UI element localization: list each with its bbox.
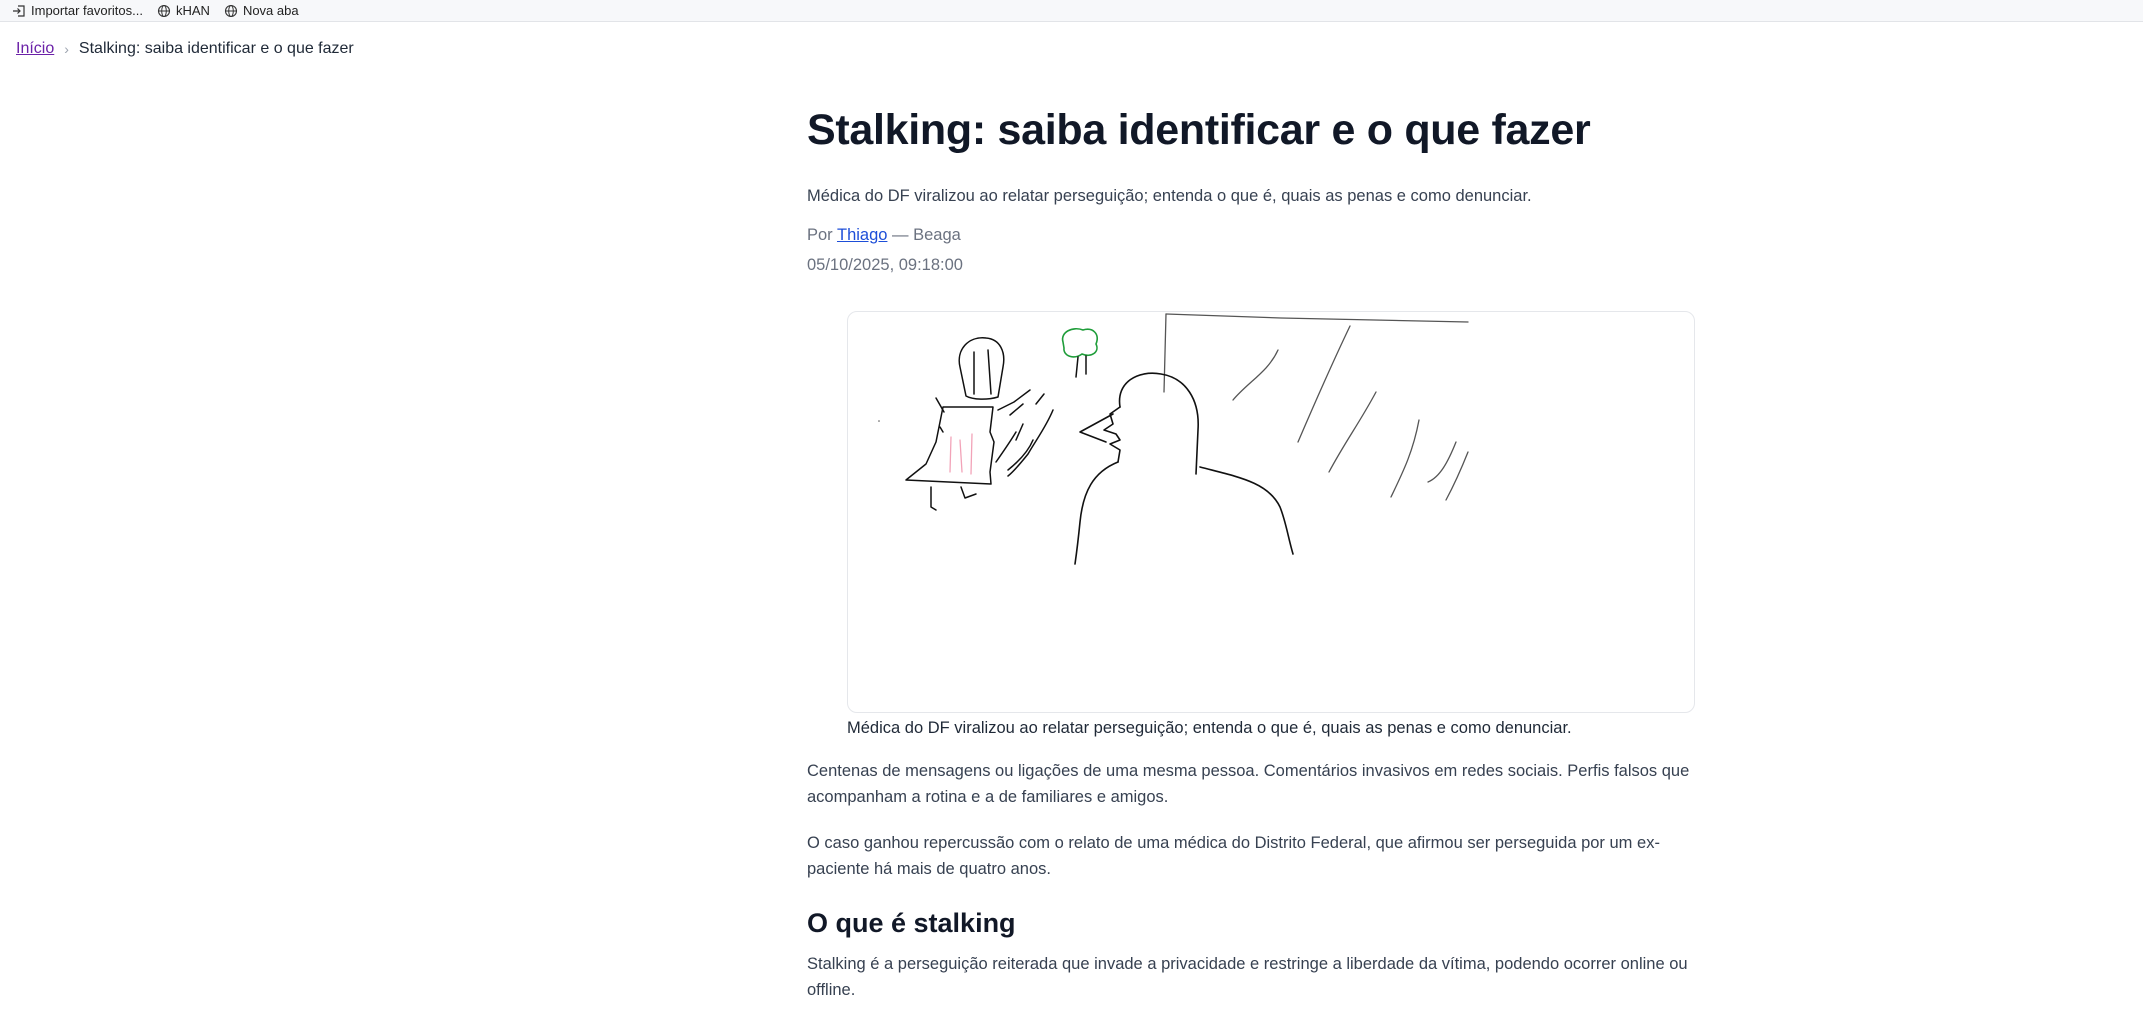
- bookmarks-bar: Importar favoritos... kHAN Nova aba: [0, 0, 2143, 22]
- publish-date: 05/10/2025, 09:18:00: [807, 255, 963, 274]
- bookmark-nova-aba[interactable]: Nova aba: [224, 3, 299, 18]
- import-icon: [13, 4, 25, 17]
- bookmark-khan[interactable]: kHAN: [157, 3, 210, 18]
- article-paragraph: Centenas de mensagens ou ligações de uma…: [807, 761, 1690, 806]
- byline-prefix: Por: [807, 225, 833, 244]
- byline-source: — Beaga: [892, 225, 961, 244]
- chevron-right-icon: ›: [64, 41, 69, 57]
- breadcrumb: Início › Stalking: saiba identificar e o…: [16, 40, 354, 58]
- bookmark-label: Importar favoritos...: [31, 3, 143, 18]
- byline: Por Thiago — Beaga: [807, 226, 1717, 245]
- page-title: Stalking: saiba identificar e o que faze…: [807, 106, 1591, 154]
- breadcrumb-current: Stalking: saiba identificar e o que faze…: [78, 40, 354, 57]
- figure-caption: Médica do DF viralizou ao relatar perseg…: [847, 718, 1572, 737]
- section-heading: O que é stalking: [807, 907, 1016, 938]
- breadcrumb-home-link[interactable]: Início: [16, 40, 54, 58]
- article-illustration: [847, 310, 1695, 713]
- bookmark-label: Nova aba: [242, 3, 299, 18]
- globe-icon: [157, 4, 171, 17]
- article-paragraph: O caso ganhou repercussão com o relato d…: [807, 833, 1660, 878]
- article: Stalking: saiba identificar e o que faze…: [807, 95, 1717, 1019]
- article-figure: Médica do DF viralizou ao relatar perseg…: [847, 310, 1695, 738]
- bookmark-import[interactable]: Importar favoritos...: [12, 3, 143, 18]
- bookmark-label: kHAN: [175, 3, 210, 18]
- globe-icon: [224, 4, 237, 17]
- article-subtitle: Médica do DF viralizou ao relatar perseg…: [807, 186, 1532, 205]
- author-link[interactable]: Thiago: [837, 226, 887, 244]
- article-paragraph: Stalking é a perseguição reiterada que i…: [807, 954, 1688, 999]
